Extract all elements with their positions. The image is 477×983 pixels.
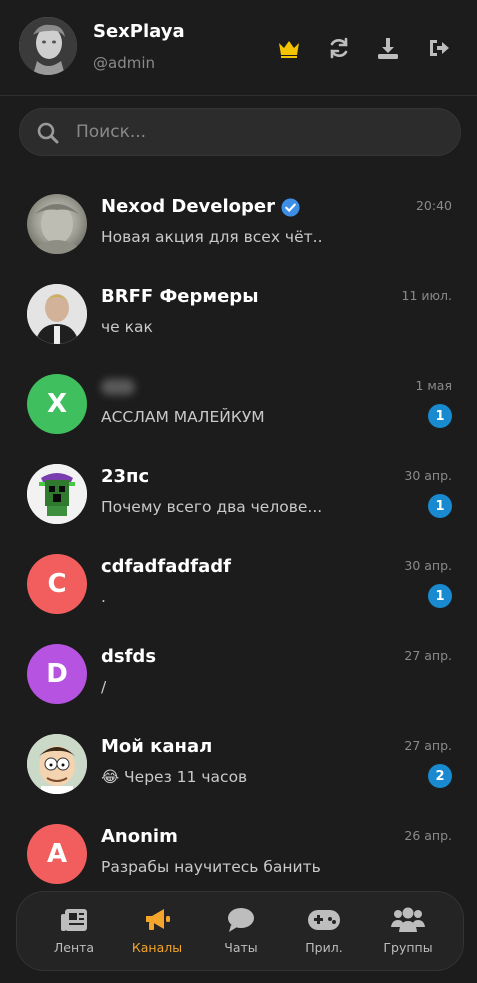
nav-label: Каналы	[131, 940, 183, 955]
download-icon[interactable]	[376, 36, 400, 60]
logout-icon[interactable]	[427, 36, 451, 60]
list-item[interactable]: Nexod Developer Новая акция для всех чёт…	[0, 180, 477, 270]
chat-time: 27 апр.	[404, 648, 452, 663]
chat-name: cdfadfadfadf	[101, 556, 231, 577]
megaphone-icon	[146, 909, 170, 930]
list-item[interactable]: Мой канал 😂 Через 11 часов 27 апр. 2	[0, 720, 477, 810]
chat-name: BRFF Фермеры	[101, 286, 259, 307]
username: SexPlaya	[93, 21, 185, 42]
chat-last-message: .	[101, 588, 106, 606]
crown-icon[interactable]	[277, 36, 301, 60]
unread-badge: 1	[428, 494, 452, 518]
chat-last-message: /	[101, 678, 107, 696]
unread-badge: 1	[428, 404, 452, 428]
nav-item-groups[interactable]: Группы	[368, 906, 448, 955]
blurred-name	[101, 379, 135, 395]
chat-time: 26 апр.	[404, 828, 452, 843]
chat-name: Мой канал	[101, 736, 213, 757]
avatar: C	[27, 554, 87, 614]
chat-time: 30 апр.	[404, 558, 452, 573]
list-item[interactable]: X АССЛАМ МАЛЕЙКУМ 1 мая 1	[0, 360, 477, 450]
chat-last-message: че как	[101, 318, 153, 336]
list-item[interactable]: BRFF Фермеры че как 11 июл.	[0, 270, 477, 360]
chat-last-message: Новая акция для всех чёт...	[101, 228, 321, 246]
avatar	[27, 194, 87, 254]
avatar: X	[27, 374, 87, 434]
header: SexPlaya @admin	[0, 0, 477, 96]
newspaper-icon	[61, 909, 87, 931]
chat-last-message: 😂 Через 11 часов	[101, 768, 248, 786]
nav-item-chats[interactable]: Чаты	[201, 906, 281, 955]
nav-label: Прил.	[305, 940, 343, 955]
chat-last-message: Разрабы научитесь банить	[101, 858, 321, 876]
nav-label: Лента	[53, 940, 95, 955]
nav-item-channels[interactable]: Каналы	[117, 906, 197, 955]
chat-time: 30 апр.	[404, 468, 452, 483]
chat-time: 11 июл.	[401, 288, 453, 303]
search-icon	[37, 122, 59, 144]
search-input[interactable]: Поиск...	[76, 122, 146, 142]
chat-time: 27 апр.	[404, 738, 452, 753]
bottom-nav: Лента Каналы Чаты Прил. Группы	[16, 891, 464, 971]
list-item[interactable]: D dsfds / 27 апр.	[0, 630, 477, 720]
chat-last-message: АССЛАМ МАЛЕЙКУМ	[101, 408, 265, 426]
chat-time: 1 мая	[415, 378, 452, 393]
chat-name: 23пс	[101, 466, 150, 487]
chat-time: 20:40	[415, 198, 452, 213]
nav-label: Чаты	[224, 940, 258, 955]
search-bar[interactable]: Поиск...	[19, 108, 461, 156]
nav-label: Группы	[383, 940, 433, 955]
avatar: A	[27, 824, 87, 884]
unread-badge: 2	[428, 764, 452, 788]
chat-name: Anonim	[101, 826, 178, 847]
unread-badge: 1	[428, 584, 452, 608]
chat-bubble-icon	[228, 908, 254, 932]
chat-name: Nexod Developer	[101, 196, 275, 217]
verified-icon	[281, 197, 300, 217]
chat-last-message: Почему всего два челове...	[101, 498, 321, 516]
chat-name: dsfds	[101, 646, 157, 667]
gamepad-icon	[308, 910, 340, 930]
avatar	[27, 734, 87, 794]
avatar	[27, 284, 87, 344]
profile-avatar[interactable]	[19, 17, 77, 75]
list-item[interactable]: C cdfadfadfadf . 30 апр. 1	[0, 540, 477, 630]
refresh-icon[interactable]	[327, 36, 351, 60]
avatar: D	[27, 644, 87, 704]
nav-item-apps[interactable]: Прил.	[284, 906, 364, 955]
list-item[interactable]: 23пс Почему всего два челове... 30 апр. …	[0, 450, 477, 540]
nav-item-feed[interactable]: Лента	[34, 906, 114, 955]
list-item[interactable]: A Anonim Разрабы научитесь банить 26 апр…	[0, 810, 477, 900]
users-icon	[391, 907, 425, 932]
avatar	[27, 464, 87, 524]
user-handle: @admin	[93, 54, 155, 72]
